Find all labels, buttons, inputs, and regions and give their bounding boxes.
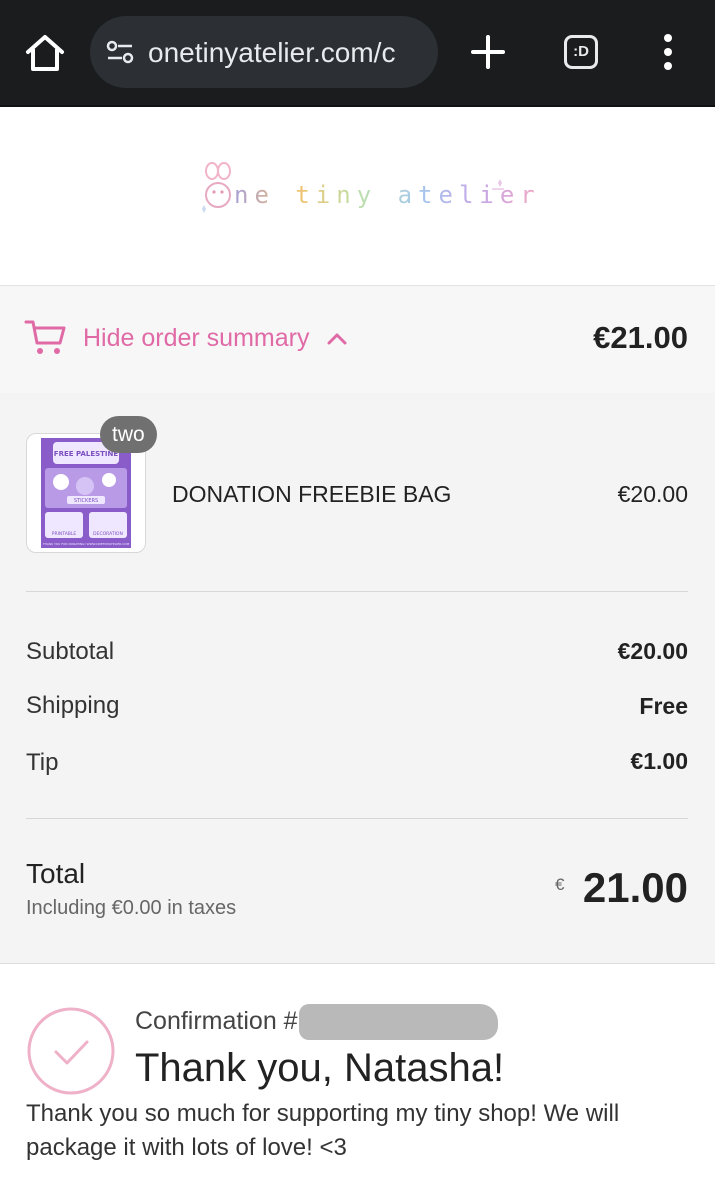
more-menu-icon[interactable] xyxy=(656,30,680,74)
grand-total: 21.00 xyxy=(582,864,688,911)
summary-total: €21.00 xyxy=(593,320,688,355)
logo-text: ne tiny atelier xyxy=(234,181,541,209)
shipping-label: Shipping xyxy=(26,692,120,719)
chevron-up-icon xyxy=(327,333,347,345)
confirmation-number-label: Confirmation # xyxy=(135,1007,298,1035)
quantity-badge: two xyxy=(100,416,157,453)
item-price: €20.00 xyxy=(617,481,688,507)
thumb-footer-left: PRINTABLE xyxy=(52,531,77,537)
tip-label: Tip xyxy=(26,749,59,776)
thumb-title: FREE PALESTINE xyxy=(54,450,119,458)
browser-toolbar: onetinyatelier.com/c :D xyxy=(0,0,715,107)
url-text[interactable]: onetinyatelier.com/c xyxy=(148,36,423,70)
plus-icon[interactable] xyxy=(466,30,510,74)
item-name: DONATION FREEBIE BAG xyxy=(172,481,452,507)
address-bar[interactable]: onetinyatelier.com/c xyxy=(90,16,438,88)
thumb-footer-note: THANK YOU FOR DONATING! WWW.ONETINYATELI… xyxy=(42,542,130,546)
thank-you-message: Thank you so much for supporting my tiny… xyxy=(26,1100,620,1161)
shipping-value: Free xyxy=(639,693,688,719)
hide-order-summary-link[interactable]: Hide order summary xyxy=(83,324,309,353)
check-circle-icon xyxy=(27,1007,115,1095)
site-settings-icon[interactable] xyxy=(106,40,134,64)
thumb-footer-right: DECORATION xyxy=(93,531,123,537)
cart-icon xyxy=(24,320,66,354)
redaction-mark xyxy=(299,1004,498,1040)
divider xyxy=(26,591,688,592)
shop-logo[interactable]: ne tiny atelier xyxy=(198,161,535,231)
total-label: Total xyxy=(26,858,86,889)
home-icon[interactable] xyxy=(22,32,68,74)
thank-you-heading: Thank you, Natasha! xyxy=(135,1046,505,1090)
shop-header: ne tiny atelier xyxy=(0,107,715,285)
taxes-note: Including €0.00 in taxes xyxy=(26,897,237,919)
tip-value: €1.00 xyxy=(630,748,688,774)
subtotal-value: €20.00 xyxy=(617,638,688,664)
order-summary-toggle[interactable]: Hide order summary €21.00 xyxy=(0,285,715,394)
currency-code: € xyxy=(555,875,565,894)
thumb-subtitle: STICKERS xyxy=(74,498,98,504)
confirmation-section: Confirmation # Thank you, Natasha! Thank… xyxy=(0,964,715,1200)
logo-wordmark: ne tiny atelier xyxy=(234,181,541,209)
order-summary: FREE PALESTINE STICKERS PRINTABLE DECORA… xyxy=(0,393,715,964)
tab-switcher-button[interactable]: :D xyxy=(564,35,598,69)
subtotal-label: Subtotal xyxy=(26,638,115,665)
divider xyxy=(26,818,688,819)
